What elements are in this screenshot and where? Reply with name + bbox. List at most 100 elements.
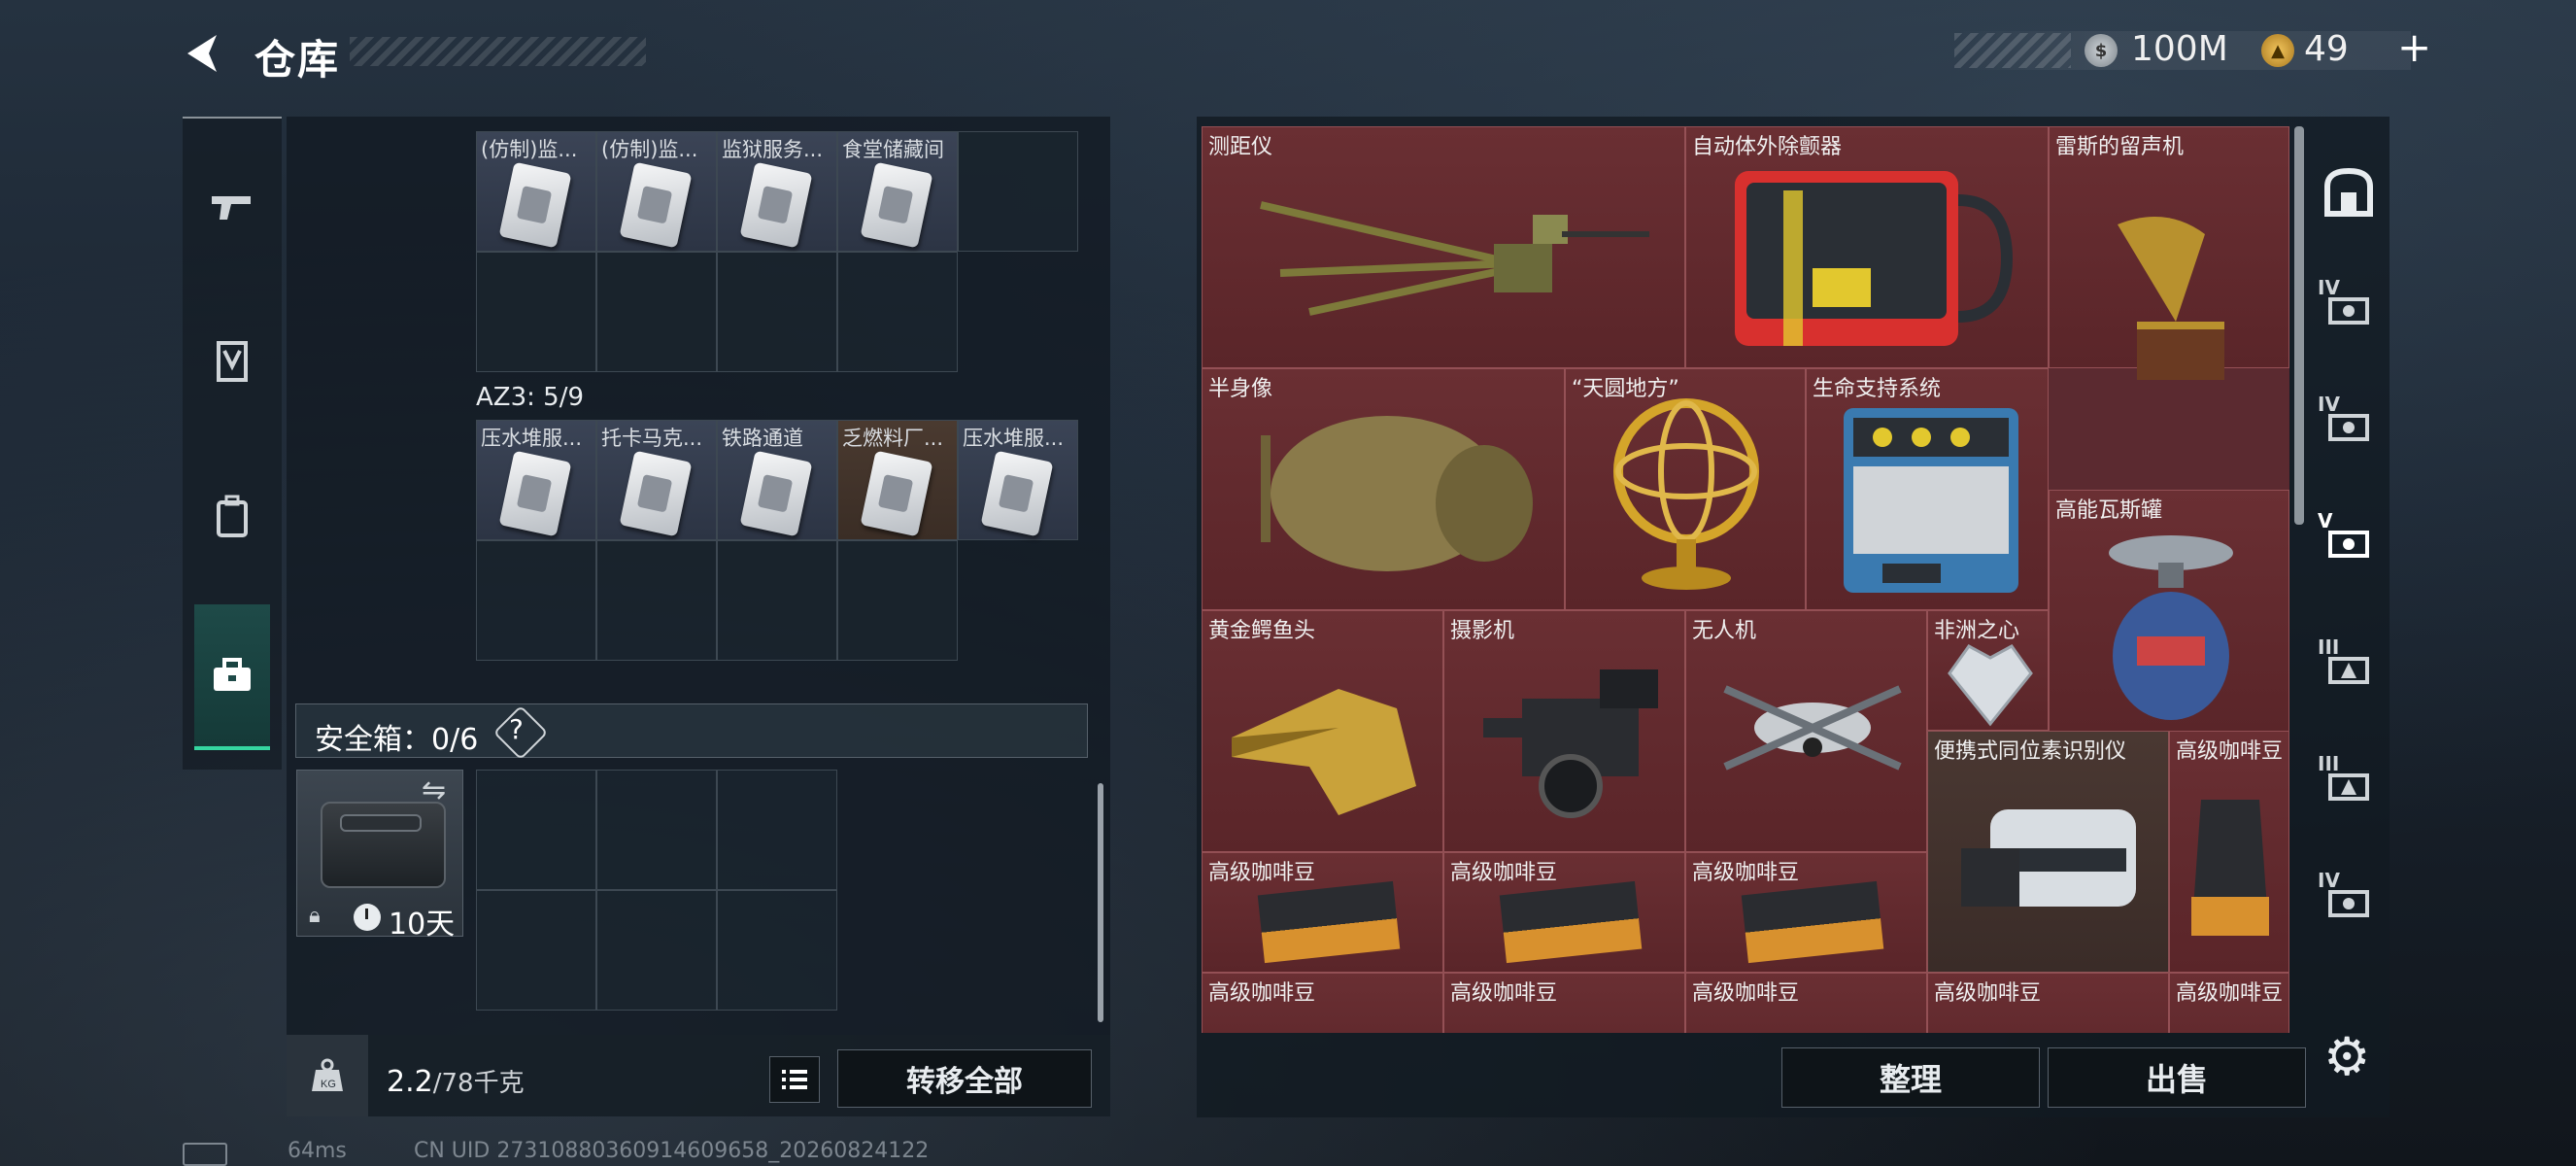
inventory-slot[interactable]: 乏燃料厂... [837, 420, 958, 540]
stash-item[interactable]: 无人机 [1685, 610, 1927, 852]
back-button[interactable] [180, 29, 228, 78]
stash-item[interactable]: 高级咖啡豆 [1443, 973, 1685, 1033]
container-grid-az3: 压水堆服... 托卡马克... 铁路通道 乏燃料厂... 压水堆服... [476, 420, 1078, 661]
empty-slot[interactable] [717, 890, 837, 1011]
keycard-icon [498, 161, 572, 249]
tab-weapons[interactable] [193, 167, 271, 245]
inventory-slot[interactable]: 托卡马克... [596, 420, 717, 540]
gas-canister-icon [2109, 535, 2233, 720]
title-decoration [350, 37, 646, 66]
empty-slot[interactable] [476, 890, 596, 1011]
arrange-button[interactable]: 整理 [1781, 1047, 2040, 1108]
safe-icon [2324, 167, 2373, 217]
inventory-slot[interactable]: 食堂储藏间 [837, 131, 958, 252]
uid-readout: CN UID 27310880360914609658_20260824122 [414, 1139, 930, 1163]
empty-slot[interactable] [837, 252, 958, 372]
inventory-slot[interactable]: 铁路通道 [717, 420, 837, 540]
page-title: 仓库 [254, 36, 341, 84]
max-weight: /78千克 [432, 1069, 525, 1098]
stash-item[interactable]: 生命支持系统 [1806, 368, 2049, 610]
stash-item[interactable]: 摄影机 [1443, 610, 1685, 852]
keycard-icon [739, 161, 813, 249]
empty-slot[interactable] [596, 540, 717, 661]
list-view-button[interactable] [769, 1056, 820, 1103]
stash-item[interactable]: 便携式同位素识别仪 [1927, 731, 2169, 973]
stash-item[interactable]: 非洲之心 [1927, 610, 2049, 731]
swap-icon[interactable]: ⇋ [422, 773, 446, 807]
inventory-slot[interactable]: 监狱服务... [717, 131, 837, 252]
transfer-all-button[interactable]: 转移全部 [837, 1049, 1092, 1108]
tab-armor[interactable] [193, 323, 271, 400]
phonograph-icon [2118, 217, 2224, 380]
current-weight: 2.2 [387, 1065, 433, 1099]
inventory-slot[interactable]: 压水堆服... [476, 420, 596, 540]
empty-slot[interactable] [958, 131, 1078, 252]
kg-weight-icon: KG [287, 1035, 368, 1116]
tab-backpack[interactable] [193, 478, 271, 556]
empty-slot[interactable] [596, 890, 717, 1011]
filter-tier-3b[interactable]: III [2312, 748, 2386, 822]
stash-item[interactable]: 高级咖啡豆 [1685, 852, 1927, 973]
silver-coin-icon: $ [2085, 34, 2118, 67]
clock-icon [354, 904, 381, 931]
safe-box-grid [476, 770, 837, 1011]
pistol-icon [212, 196, 251, 220]
empty-slot[interactable] [596, 252, 717, 372]
stash-filter-rail: IV IV V III III IV [2312, 126, 2390, 1030]
inventory-slot[interactable]: (仿制)监... [596, 131, 717, 252]
empty-slot[interactable] [717, 770, 837, 890]
help-icon[interactable]: ? [509, 713, 524, 745]
stash-item[interactable]: “天圆地方” [1565, 368, 1806, 610]
empty-slot[interactable] [476, 540, 596, 661]
filter-tier-3[interactable]: III [2312, 632, 2386, 705]
settings-gear-icon[interactable]: ⚙ [2323, 1026, 2370, 1087]
diamond-heart-icon [1948, 644, 2033, 727]
stash-item[interactable]: 高级咖啡豆 [2169, 973, 2289, 1033]
empty-slot[interactable] [476, 252, 596, 372]
empty-slot[interactable] [717, 252, 837, 372]
filter-tier-4b[interactable]: IV [2312, 389, 2386, 463]
sell-button[interactable]: 出售 [2048, 1047, 2306, 1108]
stash-item[interactable]: 黄金鳄鱼头 [1202, 610, 1443, 852]
left-scrollbar[interactable] [1098, 783, 1103, 1022]
az3-capacity-label: AZ3: 5/9 [476, 383, 585, 412]
lock-icon: 🔒︎ [309, 904, 321, 928]
ping-readout: 64ms [288, 1139, 347, 1163]
filter-tier-5[interactable]: V [2312, 505, 2386, 579]
stash-item[interactable]: 高级咖啡豆 [1685, 973, 1927, 1033]
armillary-sphere-icon [1613, 398, 1759, 590]
stash-item[interactable]: 半身像 [1202, 368, 1565, 610]
stash-item[interactable]: 雷斯的留声机 [2049, 126, 2289, 380]
filter-tier-4[interactable]: IV [2312, 272, 2386, 346]
keycard-icon [619, 450, 693, 537]
inventory-slot[interactable]: 压水堆服... [958, 420, 1078, 540]
stash-item[interactable]: 高级咖啡豆 [1927, 973, 2169, 1033]
stash-item[interactable]: 高级咖啡豆 [1443, 852, 1685, 973]
weight-readout: 2.2/78千克 [387, 1063, 525, 1099]
back-arrow-icon [187, 35, 217, 72]
svg-text:KG: KG [321, 1079, 336, 1090]
keycard-icon [498, 450, 572, 537]
stash-item[interactable]: 高能瓦斯罐 [2049, 490, 2289, 732]
stash-scrollbar[interactable] [2294, 126, 2304, 525]
empty-slot[interactable] [476, 770, 596, 890]
keycard-icon [619, 161, 693, 249]
stash-item[interactable]: 高级咖啡豆 [2169, 731, 2289, 973]
inventory-slot[interactable]: (仿制)监... [476, 131, 596, 252]
add-currency-button[interactable]: + [2397, 23, 2431, 71]
category-tab-bar [183, 117, 282, 770]
coffee-bag-icon [1257, 880, 1401, 964]
empty-slot[interactable] [596, 770, 717, 890]
stash-item[interactable]: 自动体外除颤器 [1685, 126, 2049, 368]
stash-item[interactable]: 高级咖啡豆 [1202, 973, 1443, 1033]
stash-item[interactable]: 高级咖啡豆 [1202, 852, 1443, 973]
bust-icon [1261, 416, 1533, 571]
filter-tier-4c[interactable]: IV [2312, 865, 2386, 939]
filter-all[interactable] [2312, 155, 2386, 229]
keycard-icon [860, 450, 933, 537]
toolbox-icon [214, 658, 251, 691]
tab-toolbox[interactable] [194, 604, 270, 750]
empty-slot[interactable] [717, 540, 837, 661]
stash-item[interactable]: 测距仪 [1202, 126, 1685, 368]
empty-slot[interactable] [837, 540, 958, 661]
